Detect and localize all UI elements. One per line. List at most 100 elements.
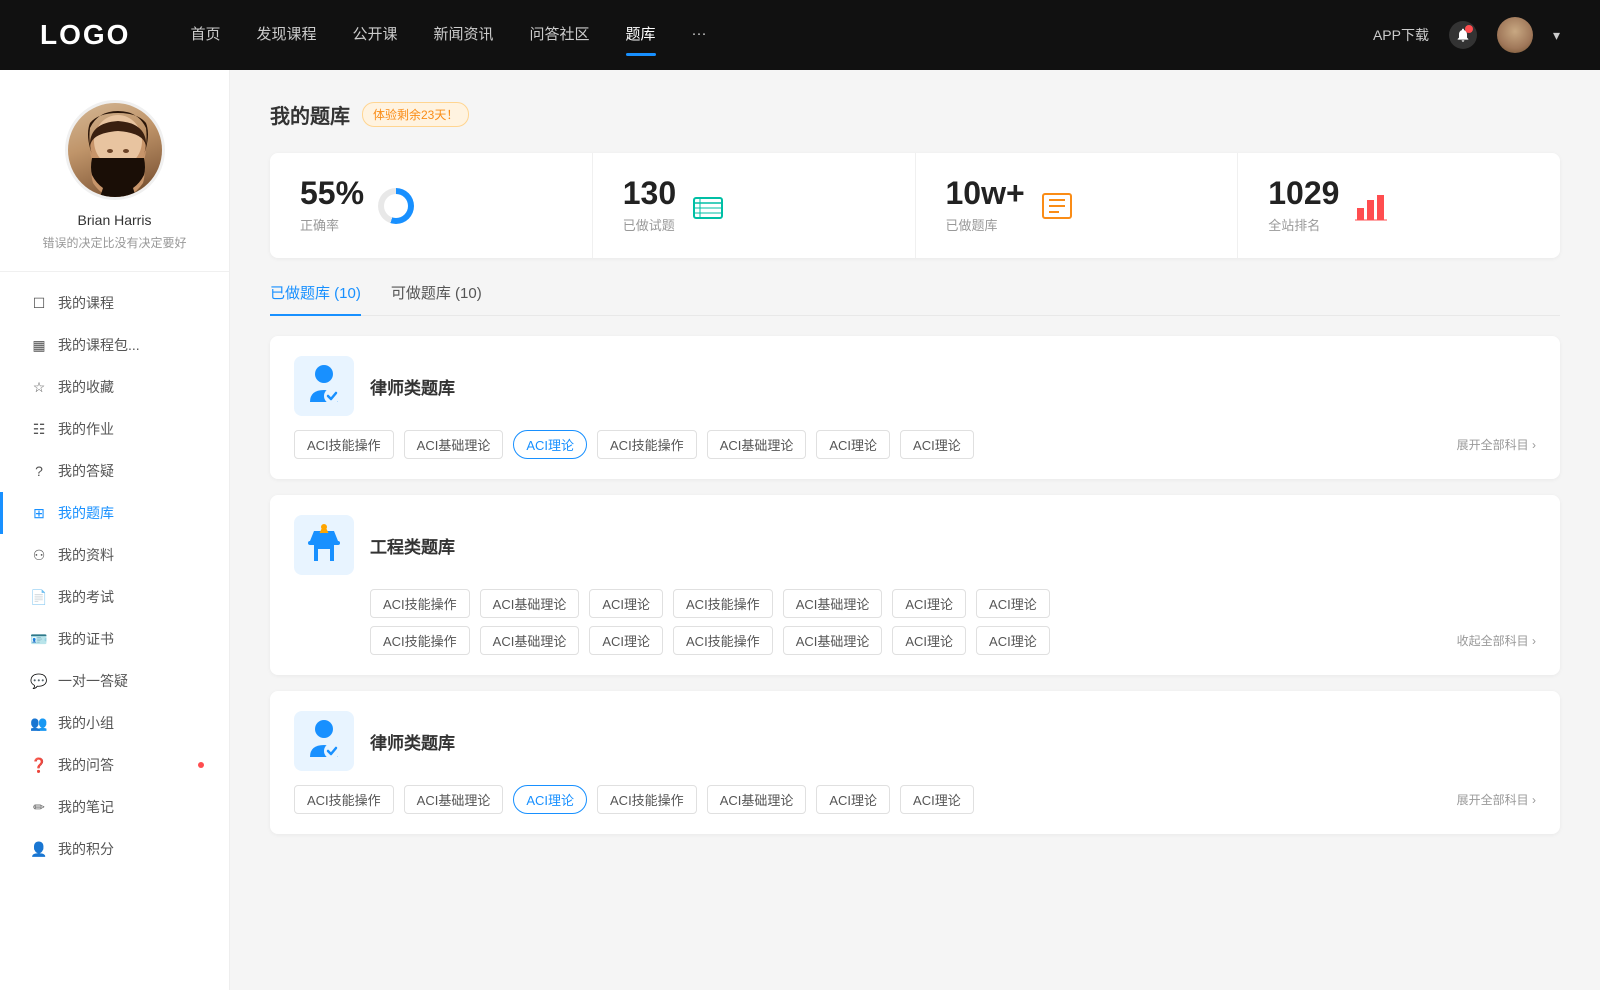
stats-row: 55% 正确率 130 已做试题 <box>270 153 1560 258</box>
bank-section-lawyer-1: 律师类题库 ACI技能操作 ACI基础理论 ACI理论 ACI技能操作 ACI基… <box>270 336 1560 479</box>
bank-tags-row-2: ACI技能操作 ACI基础理论 ACI理论 ACI技能操作 ACI基础理论 AC… <box>370 626 1536 655</box>
eng-tag-8[interactable]: ACI技能操作 <box>370 626 470 655</box>
sidebar-item-my-bank[interactable]: ⊞ 我的题库 <box>0 492 229 534</box>
expand-button-1[interactable]: 展开全部科目 › <box>1457 436 1536 453</box>
tag-3-highlighted[interactable]: ACI理论 <box>513 430 587 459</box>
eng-tag-1[interactable]: ACI技能操作 <box>370 589 470 618</box>
question-circle-icon: ? <box>30 462 48 480</box>
bank-tags-lawyer-1: ACI技能操作 ACI基础理论 ACI理论 ACI技能操作 ACI基础理论 AC… <box>294 430 1536 459</box>
sidebar-item-label: 我的积分 <box>58 839 114 859</box>
stat-ranking-value: 1029 <box>1268 177 1339 209</box>
nav-more[interactable]: ··· <box>692 25 707 46</box>
avatar-image <box>1497 17 1533 53</box>
nav-qa[interactable]: 问答社区 <box>530 23 590 48</box>
profile-motto: 错误的决定比没有决定要好 <box>42 234 186 251</box>
l2-tag-2[interactable]: ACI基础理论 <box>404 785 504 814</box>
eng-tag-3[interactable]: ACI理论 <box>589 589 663 618</box>
engineering-body: ACI技能操作 ACI基础理论 ACI理论 ACI技能操作 ACI基础理论 AC… <box>294 589 1536 655</box>
eng-tag-4[interactable]: ACI技能操作 <box>673 589 773 618</box>
l2-tag-5[interactable]: ACI基础理论 <box>707 785 807 814</box>
eng-tag-9[interactable]: ACI基础理论 <box>480 626 580 655</box>
l2-tag-7[interactable]: ACI理论 <box>900 785 974 814</box>
sidebar-item-label: 我的收藏 <box>58 377 114 397</box>
bank-header-engineering: 工程类题库 <box>294 515 1536 575</box>
l2-tag-1[interactable]: ACI技能操作 <box>294 785 394 814</box>
eng-tag-6[interactable]: ACI理论 <box>892 589 966 618</box>
tag-2[interactable]: ACI基础理论 <box>404 430 504 459</box>
eng-tag-11[interactable]: ACI技能操作 <box>673 626 773 655</box>
eng-tag-12[interactable]: ACI基础理论 <box>783 626 883 655</box>
sidebar-item-my-homework[interactable]: ☷ 我的作业 <box>0 408 229 450</box>
notification-bell[interactable] <box>1449 21 1477 49</box>
sidebar-item-my-exam[interactable]: 📄 我的考试 <box>0 576 229 618</box>
tag-5[interactable]: ACI基础理论 <box>707 430 807 459</box>
trial-badge: 体验剩余23天！ <box>362 102 469 127</box>
nav-news[interactable]: 新闻资讯 <box>434 23 494 48</box>
main-content: 我的题库 体验剩余23天！ 55% 正确率 130 已做试题 <box>230 70 1600 990</box>
sidebar-item-my-question[interactable]: ❓ 我的问答 <box>0 744 229 786</box>
sidebar-item-my-cert[interactable]: 🪪 我的证书 <box>0 618 229 660</box>
bank-header-lawyer-1: 律师类题库 <box>294 356 1536 416</box>
app-download-button[interactable]: APP下载 <box>1373 25 1429 45</box>
sidebar-item-one-on-one[interactable]: 💬 一对一答疑 <box>0 660 229 702</box>
red-bar-icon <box>1355 190 1387 222</box>
accuracy-pie-chart <box>378 188 414 224</box>
sidebar-menu: ☐ 我的课程 ▦ 我的课程包... ☆ 我的收藏 ☷ 我的作业 ? 我的答疑 ⊞… <box>0 272 229 880</box>
stat-done-banks-label: 已做题库 <box>946 215 1025 234</box>
tab-todo[interactable]: 可做题库 (10) <box>391 282 482 315</box>
tag-6[interactable]: ACI理论 <box>816 430 890 459</box>
bank-section-engineering: 工程类题库 ACI技能操作 ACI基础理论 ACI理论 ACI技能操作 ACI基… <box>270 495 1560 675</box>
profile-section: Brian Harris 错误的决定比没有决定要好 <box>0 100 229 272</box>
bank-header-lawyer-2: 律师类题库 <box>294 711 1536 771</box>
sidebar-item-my-data[interactable]: ⚇ 我的资料 <box>0 534 229 576</box>
avatar[interactable] <box>1497 17 1533 53</box>
nav-discover[interactable]: 发现课程 <box>256 23 316 48</box>
sidebar-item-my-favorites[interactable]: ☆ 我的收藏 <box>0 366 229 408</box>
sidebar-item-label: 我的证书 <box>58 629 114 649</box>
sidebar-item-my-points[interactable]: 👤 我的积分 <box>0 828 229 870</box>
sidebar-item-my-notes[interactable]: ✏ 我的笔记 <box>0 786 229 828</box>
banks-icon <box>1039 188 1075 224</box>
main-wrapper: Brian Harris 错误的决定比没有决定要好 ☐ 我的课程 ▦ 我的课程包… <box>0 70 1600 990</box>
l2-tag-4[interactable]: ACI技能操作 <box>597 785 697 814</box>
stat-done-banks-value: 10w+ <box>946 177 1025 209</box>
dropdown-arrow[interactable]: ▾ <box>1553 27 1560 44</box>
sidebar-item-my-group[interactable]: 👥 我的小组 <box>0 702 229 744</box>
question-icon: ❓ <box>30 756 48 774</box>
eng-tag-10[interactable]: ACI理论 <box>589 626 663 655</box>
sidebar-item-my-coursepack[interactable]: ▦ 我的课程包... <box>0 324 229 366</box>
eng-tag-14[interactable]: ACI理论 <box>976 626 1050 655</box>
sidebar-item-label: 我的笔记 <box>58 797 114 817</box>
construction-svg <box>300 521 348 569</box>
eng-tag-7[interactable]: ACI理论 <box>976 589 1050 618</box>
profile-avatar <box>65 100 165 200</box>
tag-4[interactable]: ACI技能操作 <box>597 430 697 459</box>
nav-open[interactable]: 公开课 <box>352 23 397 48</box>
tag-1[interactable]: ACI技能操作 <box>294 430 394 459</box>
sidebar-item-label: 我的课程包... <box>58 335 140 355</box>
logo: LOGO <box>40 19 130 51</box>
l2-tag-3-highlighted[interactable]: ACI理论 <box>513 785 587 814</box>
sidebar-item-label: 我的答疑 <box>58 461 114 481</box>
eng-tag-5[interactable]: ACI基础理论 <box>783 589 883 618</box>
stat-done-questions-label: 已做试题 <box>623 215 676 234</box>
sidebar-item-my-qa[interactable]: ? 我的答疑 <box>0 450 229 492</box>
orange-list-icon <box>1041 190 1073 222</box>
grid-icon: ⊞ <box>30 504 48 522</box>
nav-home[interactable]: 首页 <box>190 23 220 48</box>
collapse-button[interactable]: 收起全部科目 › <box>1457 632 1536 649</box>
clipboard-icon: ☷ <box>30 420 48 438</box>
header: LOGO 首页 发现课程 公开课 新闻资讯 问答社区 题库 ··· APP下载 … <box>0 0 1600 70</box>
eng-tag-2[interactable]: ACI基础理论 <box>480 589 580 618</box>
tab-done[interactable]: 已做题库 (10) <box>270 282 361 315</box>
expand-button-2[interactable]: 展开全部科目 › <box>1457 791 1536 808</box>
sidebar-item-my-course[interactable]: ☐ 我的课程 <box>0 282 229 324</box>
teal-chart-icon <box>692 190 724 222</box>
usergroup-icon: ⚇ <box>30 546 48 564</box>
bell-icon <box>1455 27 1471 43</box>
tag-7[interactable]: ACI理论 <box>900 430 974 459</box>
l2-tag-6[interactable]: ACI理论 <box>816 785 890 814</box>
nav-bank[interactable]: 题库 <box>626 23 656 48</box>
eng-tag-13[interactable]: ACI理论 <box>892 626 966 655</box>
ranking-icon <box>1353 188 1389 224</box>
